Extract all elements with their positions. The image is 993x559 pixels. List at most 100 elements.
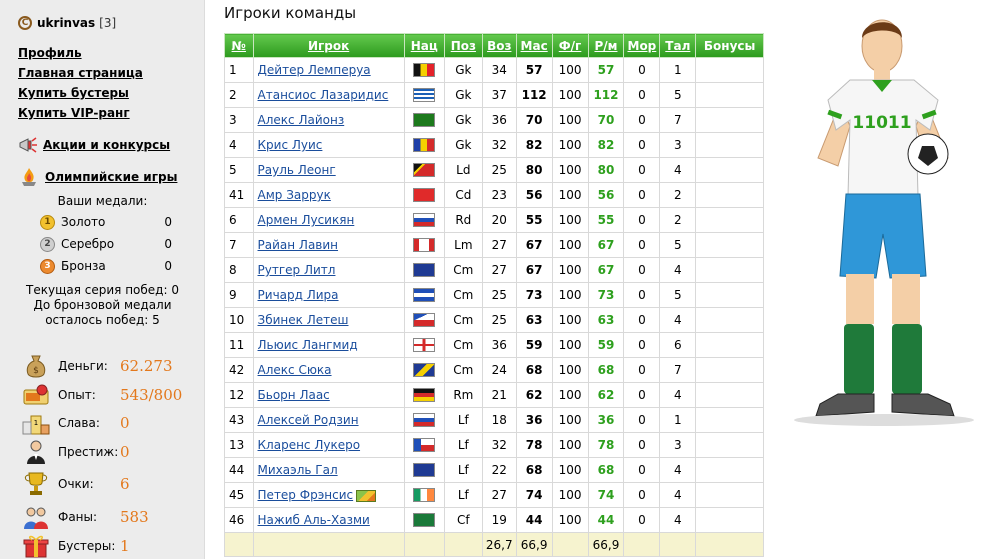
- cell-age: 27: [481, 482, 517, 508]
- cell-morale: 0: [623, 407, 661, 433]
- player-link[interactable]: Алексей Родзин: [258, 413, 359, 427]
- player-link[interactable]: Петер Фрэнсис: [258, 488, 354, 502]
- cell-bonuses: [695, 282, 764, 308]
- cell-nationality: [403, 82, 445, 108]
- cell-player: Кларенс Лукеро: [252, 432, 405, 458]
- cell-match-rating: 80: [587, 157, 625, 183]
- column-header-nationality[interactable]: Нац: [403, 33, 445, 58]
- player-link[interactable]: Льюис Лангмид: [258, 338, 358, 352]
- column-header-fitness[interactable]: Ф/г: [551, 33, 589, 58]
- player-link[interactable]: Атансиос Лазаридис: [258, 88, 389, 102]
- medals-title: Ваши медали:: [57, 194, 148, 208]
- cell-talent: 5: [659, 282, 697, 308]
- cell-position: Lf: [443, 482, 483, 508]
- promo-olympic-link[interactable]: Олимпийские игры: [45, 170, 177, 184]
- cell-position: Cm: [443, 357, 483, 383]
- column-header-number[interactable]: №: [224, 33, 254, 58]
- cell-morale: 0: [623, 357, 661, 383]
- cell-fitness: 100: [551, 182, 589, 208]
- cell-mastery: 59: [515, 332, 553, 358]
- cell-mastery: 74: [515, 482, 553, 508]
- player-link[interactable]: Збинек Летеш: [258, 313, 349, 327]
- moldova-flag-icon: [413, 138, 436, 153]
- cell-morale: 0: [623, 207, 661, 233]
- player-link[interactable]: Рауль Леонг: [258, 163, 336, 177]
- cell-number: 4: [224, 132, 254, 158]
- stat-label: Опыт:: [58, 388, 96, 402]
- cell-age: 21: [481, 382, 517, 408]
- cell-age: 27: [481, 257, 517, 283]
- cell-match-rating: 82: [587, 132, 625, 158]
- stat-label: Бустеры:: [58, 539, 116, 553]
- cell-number: 44: [224, 457, 254, 483]
- cell-age: 36: [481, 107, 517, 133]
- cell-mastery: 56: [515, 182, 553, 208]
- cell-bonuses: [695, 407, 764, 433]
- nav-profile-link[interactable]: Профиль: [18, 44, 143, 64]
- cell-fitness: 100: [551, 107, 589, 133]
- player-link[interactable]: Бьорн Лаас: [258, 388, 330, 402]
- stat-label: Фаны:: [58, 510, 98, 524]
- cell-nationality: [403, 107, 445, 133]
- cell-nationality: [403, 207, 445, 233]
- column-header-talent[interactable]: Тал: [659, 33, 697, 58]
- cell-nationality: [403, 232, 445, 258]
- cell-player: Рутгер Литл: [252, 257, 405, 283]
- dominica-flag-icon: [413, 113, 436, 128]
- cell-position: Gk: [443, 107, 483, 133]
- player-link[interactable]: Ричард Лира: [258, 288, 339, 302]
- player-link[interactable]: Райан Лавин: [258, 238, 339, 252]
- nav-buy-boosters-link[interactable]: Купить бустеры: [18, 84, 143, 104]
- cell-bonuses: [695, 182, 764, 208]
- table-row: 45 Петер Фрэнсис Lf 27 74 100 74 0 4: [224, 482, 764, 508]
- cell-number: 41: [224, 182, 254, 208]
- player-link[interactable]: Дейтер Лемперуа: [258, 63, 371, 77]
- cell-player: Збинек Летеш: [252, 307, 405, 333]
- cell-position: Cm: [443, 332, 483, 358]
- player-link[interactable]: Рутгер Литл: [258, 263, 336, 277]
- stat-value: 543/800: [120, 386, 183, 404]
- column-header-player[interactable]: Игрок: [252, 33, 405, 58]
- stat-label: Престиж:: [58, 445, 119, 459]
- column-header-position[interactable]: Поз: [443, 33, 483, 58]
- player-right-sock: [892, 324, 922, 394]
- column-header-morale[interactable]: Мор: [623, 33, 661, 58]
- player-link[interactable]: Алекс Лайонз: [258, 113, 345, 127]
- cell-talent: 4: [659, 382, 697, 408]
- cell-bonuses: [695, 107, 764, 133]
- nav-home-link[interactable]: Главная страница: [18, 64, 143, 84]
- player-link[interactable]: Крис Луис: [258, 138, 323, 152]
- player-link[interactable]: Алекс Сюка: [258, 363, 332, 377]
- cell-bonuses: [695, 382, 764, 408]
- column-header-age[interactable]: Воз: [481, 33, 517, 58]
- column-header-mastery[interactable]: Мас: [515, 33, 553, 58]
- player-link[interactable]: Кларенс Лукеро: [258, 438, 361, 452]
- page-title: Игроки команды: [224, 4, 357, 22]
- stat-glory: 1 Слава: 0: [22, 409, 130, 437]
- cell-player: Армен Лусикян: [252, 207, 405, 233]
- cell-age: 32: [481, 132, 517, 158]
- promo-actions-link[interactable]: Акции и конкурсы: [43, 138, 170, 152]
- player-link[interactable]: Амр Заррук: [258, 188, 331, 202]
- cell-number: 11: [224, 332, 254, 358]
- fans-icon: [24, 507, 48, 529]
- cell-nationality: [403, 257, 445, 283]
- username[interactable]: ukrinvas: [37, 16, 95, 30]
- cell-age: 20: [481, 207, 517, 233]
- cell-number: 7: [224, 232, 254, 258]
- column-header-match-rating[interactable]: Р/м: [587, 33, 625, 58]
- cell-number: 13: [224, 432, 254, 458]
- player-link[interactable]: Михаэль Гал: [258, 463, 338, 477]
- cell-mastery: 73: [515, 282, 553, 308]
- svg-text:$: $: [33, 366, 39, 376]
- player-link[interactable]: Нажиб Аль-Хазми: [258, 513, 370, 527]
- cell-bonuses: [695, 457, 764, 483]
- nav-buy-vip-link[interactable]: Купить VIP-ранг: [18, 104, 143, 124]
- table-row: 11 Льюис Лангмид Cm 36 59 100 59 0 6: [224, 332, 764, 358]
- player-link[interactable]: Армен Лусикян: [258, 213, 355, 227]
- cell-fitness: 100: [551, 307, 589, 333]
- cell-match-rating: 59: [587, 332, 625, 358]
- megaphone-icon: [19, 137, 37, 153]
- cell-position: Lf: [443, 432, 483, 458]
- player-right-thigh: [892, 274, 920, 324]
